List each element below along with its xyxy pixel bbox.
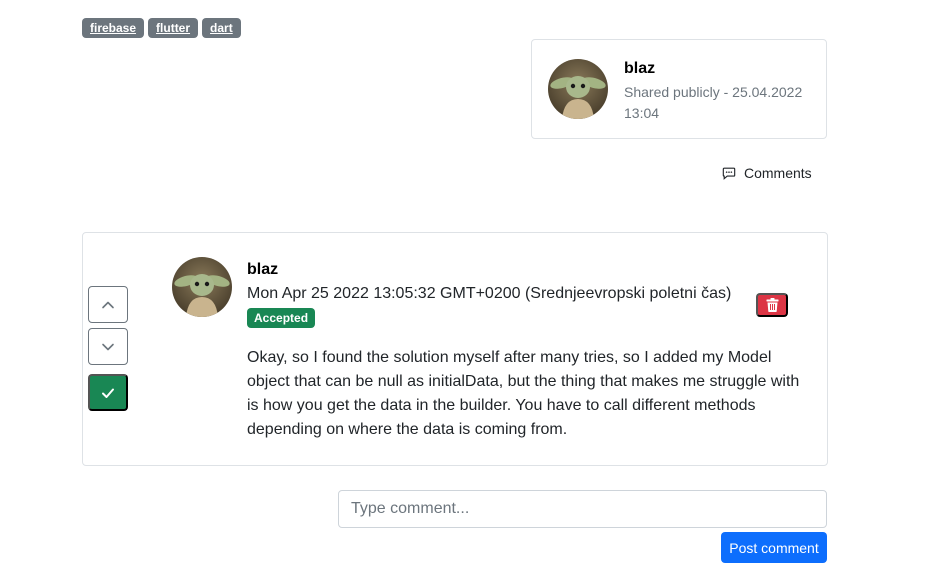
question-author-card: blaz Shared publicly - 25.04.2022 13:04 (531, 39, 827, 139)
chevron-down-icon (102, 343, 114, 350)
downvote-button[interactable] (88, 328, 128, 365)
comment-icon (722, 167, 736, 180)
answer-author-name[interactable]: blaz (247, 261, 278, 279)
post-meta: Shared publicly - 25.04.2022 13:04 (624, 84, 803, 121)
tag-dart[interactable]: dart (202, 18, 241, 38)
avatar (548, 59, 608, 119)
trash-icon (766, 298, 778, 312)
answer-body: Okay, so I found the solution myself aft… (247, 349, 800, 438)
post-comment-button[interactable]: Post comment (721, 532, 827, 563)
answer-card: blaz Mon Apr 25 2022 13:05:32 GMT+0200 (… (82, 232, 828, 466)
tag-flutter[interactable]: flutter (148, 18, 199, 38)
tag-firebase[interactable]: firebase (82, 18, 145, 38)
comments-link[interactable]: Comments (722, 165, 812, 181)
accepted-badge: Accepted (247, 308, 316, 328)
comment-input[interactable] (338, 490, 827, 528)
tag-list: firebase flutter dart (82, 18, 241, 38)
avatar (172, 257, 232, 317)
chevron-up-icon (102, 301, 114, 308)
check-icon (102, 388, 114, 398)
comments-label: Comments (744, 165, 812, 181)
delete-answer-button[interactable] (756, 293, 788, 317)
answer-date: Mon Apr 25 2022 13:05:32 GMT+0200 (Sredn… (247, 285, 732, 302)
author-name[interactable]: blaz (624, 60, 655, 78)
accept-answer-button[interactable] (88, 374, 128, 411)
upvote-button[interactable] (88, 286, 128, 323)
